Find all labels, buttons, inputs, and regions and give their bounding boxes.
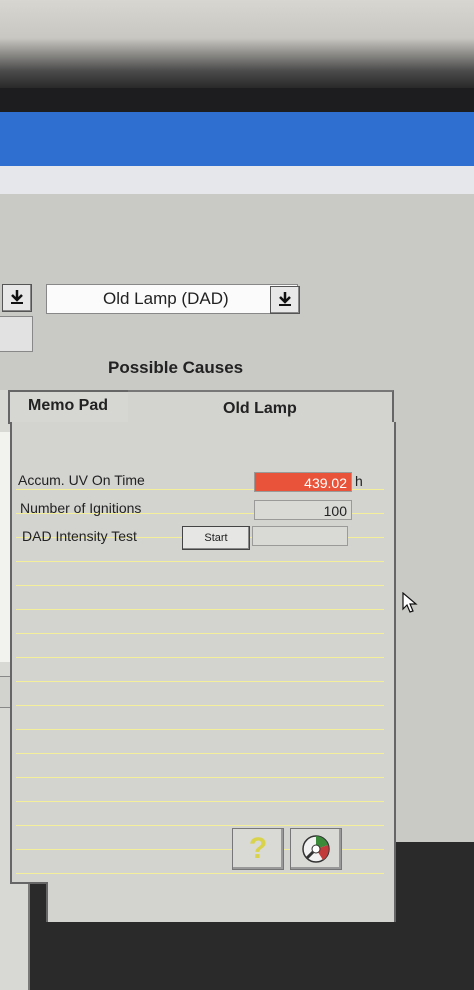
screen: Old Lamp (DAD) Possible Causes Memo Pad … bbox=[0, 112, 474, 990]
window-title-bar bbox=[0, 112, 474, 166]
row-label-ignitions: Number of Ignitions bbox=[20, 500, 142, 516]
download-arrow-icon bbox=[279, 292, 291, 306]
tab-memo-pad-label: Memo Pad bbox=[28, 397, 109, 414]
room-background bbox=[0, 0, 474, 95]
cause-selector-dropdown-button[interactable] bbox=[270, 286, 300, 314]
cause-selector-value: Old Lamp (DAD) bbox=[103, 289, 229, 308]
intensity-test-start-button[interactable]: Start bbox=[182, 526, 250, 550]
menu-strip bbox=[0, 166, 474, 194]
uv-on-time-unit: h bbox=[355, 473, 363, 489]
dialog-content: Old Lamp (DAD) Possible Causes Memo Pad … bbox=[0, 194, 474, 990]
row-label-intensity-test: DAD Intensity Test bbox=[22, 528, 137, 544]
disc-tool-icon bbox=[302, 835, 330, 863]
help-button[interactable]: ? bbox=[232, 828, 284, 870]
tab-old-lamp-label: Old Lamp bbox=[223, 400, 297, 417]
cause-selector[interactable]: Old Lamp (DAD) bbox=[46, 284, 298, 314]
mouse-cursor-icon bbox=[402, 592, 418, 613]
panel-bottom bbox=[46, 882, 396, 922]
row-label-uv-on-time: Accum. UV On Time bbox=[18, 472, 145, 488]
intensity-test-result bbox=[252, 526, 348, 546]
left-field[interactable] bbox=[0, 316, 33, 352]
download-arrow-icon bbox=[11, 290, 23, 304]
ignitions-value: 100 bbox=[254, 500, 352, 520]
tab-memo-pad[interactable]: Memo Pad bbox=[8, 390, 134, 424]
uv-on-time-value: 439.02 bbox=[254, 472, 352, 492]
left-dropdown-button[interactable] bbox=[2, 284, 32, 312]
question-mark-icon: ? bbox=[248, 832, 268, 865]
tab-old-lamp[interactable]: Old Lamp bbox=[128, 390, 394, 424]
section-title: Possible Causes bbox=[108, 358, 244, 377]
disc-tool-button[interactable] bbox=[290, 828, 342, 870]
